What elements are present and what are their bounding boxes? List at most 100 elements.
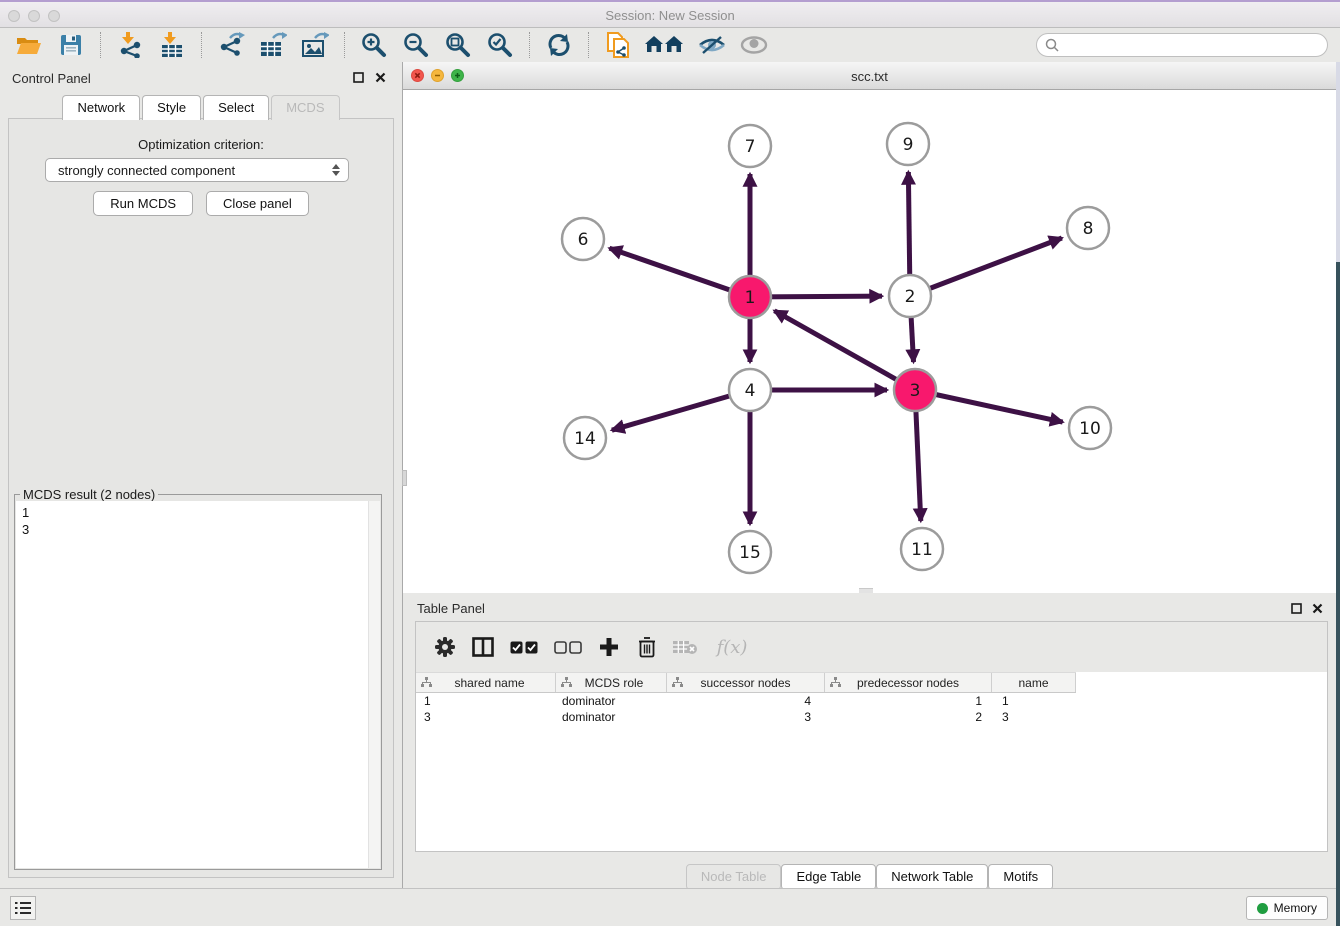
export-image-button[interactable]: [298, 30, 332, 60]
mcds-panel: Optimization criterion: strongly connect…: [8, 118, 394, 878]
result-scrollbar[interactable]: [368, 501, 380, 868]
memory-button[interactable]: Memory: [1246, 896, 1328, 920]
refresh-network-button[interactable]: [542, 30, 576, 60]
column-header-name[interactable]: name: [992, 673, 1076, 692]
table-panel-tabs: Node Table Edge Table Network Table Moti…: [403, 864, 1336, 890]
graph-edge-1-6[interactable]: [609, 248, 750, 297]
close-table-panel-icon[interactable]: [1312, 602, 1323, 617]
deselect-all-button[interactable]: [550, 632, 586, 662]
table-cell: dominator: [556, 694, 667, 708]
graph-node-3[interactable]: 3: [894, 369, 936, 411]
copy-network-button[interactable]: [601, 30, 635, 60]
export-network-button[interactable]: [214, 30, 248, 60]
task-history-button[interactable]: [10, 896, 36, 920]
zoom-out-button[interactable]: [399, 30, 433, 60]
graph-node-9[interactable]: 9: [887, 123, 929, 165]
graph-node-6[interactable]: 6: [562, 218, 604, 260]
tab-network-table[interactable]: Network Table: [876, 864, 988, 890]
float-panel-icon[interactable]: [353, 71, 364, 86]
column-header-successor-nodes[interactable]: successor nodes: [667, 673, 825, 692]
graph-node-15[interactable]: 15: [729, 531, 771, 573]
mcds-result-title: MCDS result (2 nodes): [20, 487, 158, 502]
table-row[interactable]: 3dominator323: [416, 709, 1327, 725]
table-cell: 3: [992, 710, 1076, 724]
mcds-result-textarea[interactable]: 13: [16, 501, 380, 868]
function-builder-button[interactable]: f(x): [708, 632, 752, 662]
table-toolbar: f(x): [416, 622, 1327, 672]
graph-node-1[interactable]: 1: [729, 276, 771, 318]
tab-edge-table[interactable]: Edge Table: [781, 864, 876, 890]
search-input[interactable]: [1064, 38, 1314, 52]
import-network-icon: [117, 32, 143, 58]
graph-node-10[interactable]: 10: [1069, 407, 1111, 449]
tab-style[interactable]: Style: [142, 95, 201, 120]
import-table-button[interactable]: [155, 30, 189, 60]
delete-column-button[interactable]: [632, 632, 662, 662]
graph-edge-2-8[interactable]: [910, 238, 1062, 296]
column-header-predecessor-nodes[interactable]: predecessor nodes: [825, 673, 992, 692]
network-canvas[interactable]: 1 2 3 4 6 7 8 9 10 11 14 15: [403, 90, 1336, 593]
graph-edge-3-1[interactable]: [774, 311, 915, 390]
graph-node-label: 2: [905, 287, 916, 307]
table-panel: Table Panel: [403, 593, 1336, 888]
graph-node-label: 10: [1079, 419, 1101, 439]
run-mcds-button[interactable]: Run MCDS: [93, 191, 193, 216]
table-cell: 4: [667, 694, 825, 708]
graph-node-2[interactable]: 2: [889, 275, 931, 317]
panel-splitter-grip[interactable]: [402, 470, 407, 486]
network-window-titlebar[interactable]: scc.txt: [403, 62, 1336, 90]
graph-node-14[interactable]: 14: [564, 417, 606, 459]
close-panel-button[interactable]: Close panel: [206, 191, 309, 216]
control-panel-header: Control Panel: [0, 62, 402, 94]
add-column-button[interactable]: [594, 632, 624, 662]
zoom-in-button[interactable]: [357, 30, 391, 60]
toolbar-separator: [529, 32, 530, 58]
delete-table-button[interactable]: [670, 632, 700, 662]
tab-network[interactable]: Network: [62, 95, 140, 120]
export-table-button[interactable]: [256, 30, 290, 60]
tab-motifs[interactable]: Motifs: [988, 864, 1053, 890]
graph-node-label: 6: [578, 230, 589, 250]
search-box[interactable]: [1036, 33, 1328, 57]
zoom-fit-icon: [445, 32, 471, 58]
toolbar-separator: [100, 32, 101, 58]
copy-network-icon: [605, 31, 631, 59]
close-panel-icon[interactable]: [375, 71, 386, 86]
table-row[interactable]: 1dominator411: [416, 693, 1327, 709]
eye-icon: [740, 36, 768, 54]
graph-node-8[interactable]: 8: [1067, 207, 1109, 249]
import-network-button[interactable]: [113, 30, 147, 60]
zoom-fit-button[interactable]: [441, 30, 475, 60]
graph-node-4[interactable]: 4: [729, 369, 771, 411]
zoom-selected-icon: [487, 32, 513, 58]
table-settings-button[interactable]: [430, 632, 460, 662]
graph-node-11[interactable]: 11: [901, 528, 943, 570]
graph-edge-3-10[interactable]: [915, 390, 1063, 422]
open-session-button[interactable]: [12, 30, 46, 60]
select-all-button[interactable]: [506, 632, 542, 662]
float-table-panel-icon[interactable]: [1291, 602, 1302, 617]
tab-node-table[interactable]: Node Table: [686, 864, 782, 890]
application-window: Session: New Session: [0, 0, 1340, 926]
open-folder-icon: [16, 34, 42, 56]
tab-mcds[interactable]: MCDS: [271, 95, 339, 120]
desktop-edge: [1336, 62, 1340, 926]
control-panel: Control Panel Network Style Select MCDS …: [0, 62, 403, 888]
graph-node-7[interactable]: 7: [729, 125, 771, 167]
main-toolbar: [0, 28, 1340, 62]
hide-selected-button[interactable]: [695, 30, 729, 60]
zoom-selected-button[interactable]: [483, 30, 517, 60]
table-cell: 3: [416, 710, 556, 724]
column-header-shared-name[interactable]: shared name: [416, 673, 556, 692]
save-session-button[interactable]: [54, 30, 88, 60]
home-view-button[interactable]: [643, 30, 687, 60]
tab-select[interactable]: Select: [203, 95, 269, 120]
show-all-button[interactable]: [737, 30, 771, 60]
memory-status-icon: [1257, 903, 1268, 914]
hierarchy-icon: [830, 677, 841, 691]
graph-node-label: 15: [739, 543, 761, 563]
table-cell: 1: [416, 694, 556, 708]
column-header-mcds-role[interactable]: MCDS role: [556, 673, 667, 692]
criterion-dropdown[interactable]: strongly connected component: [45, 158, 349, 182]
split-view-button[interactable]: [468, 632, 498, 662]
